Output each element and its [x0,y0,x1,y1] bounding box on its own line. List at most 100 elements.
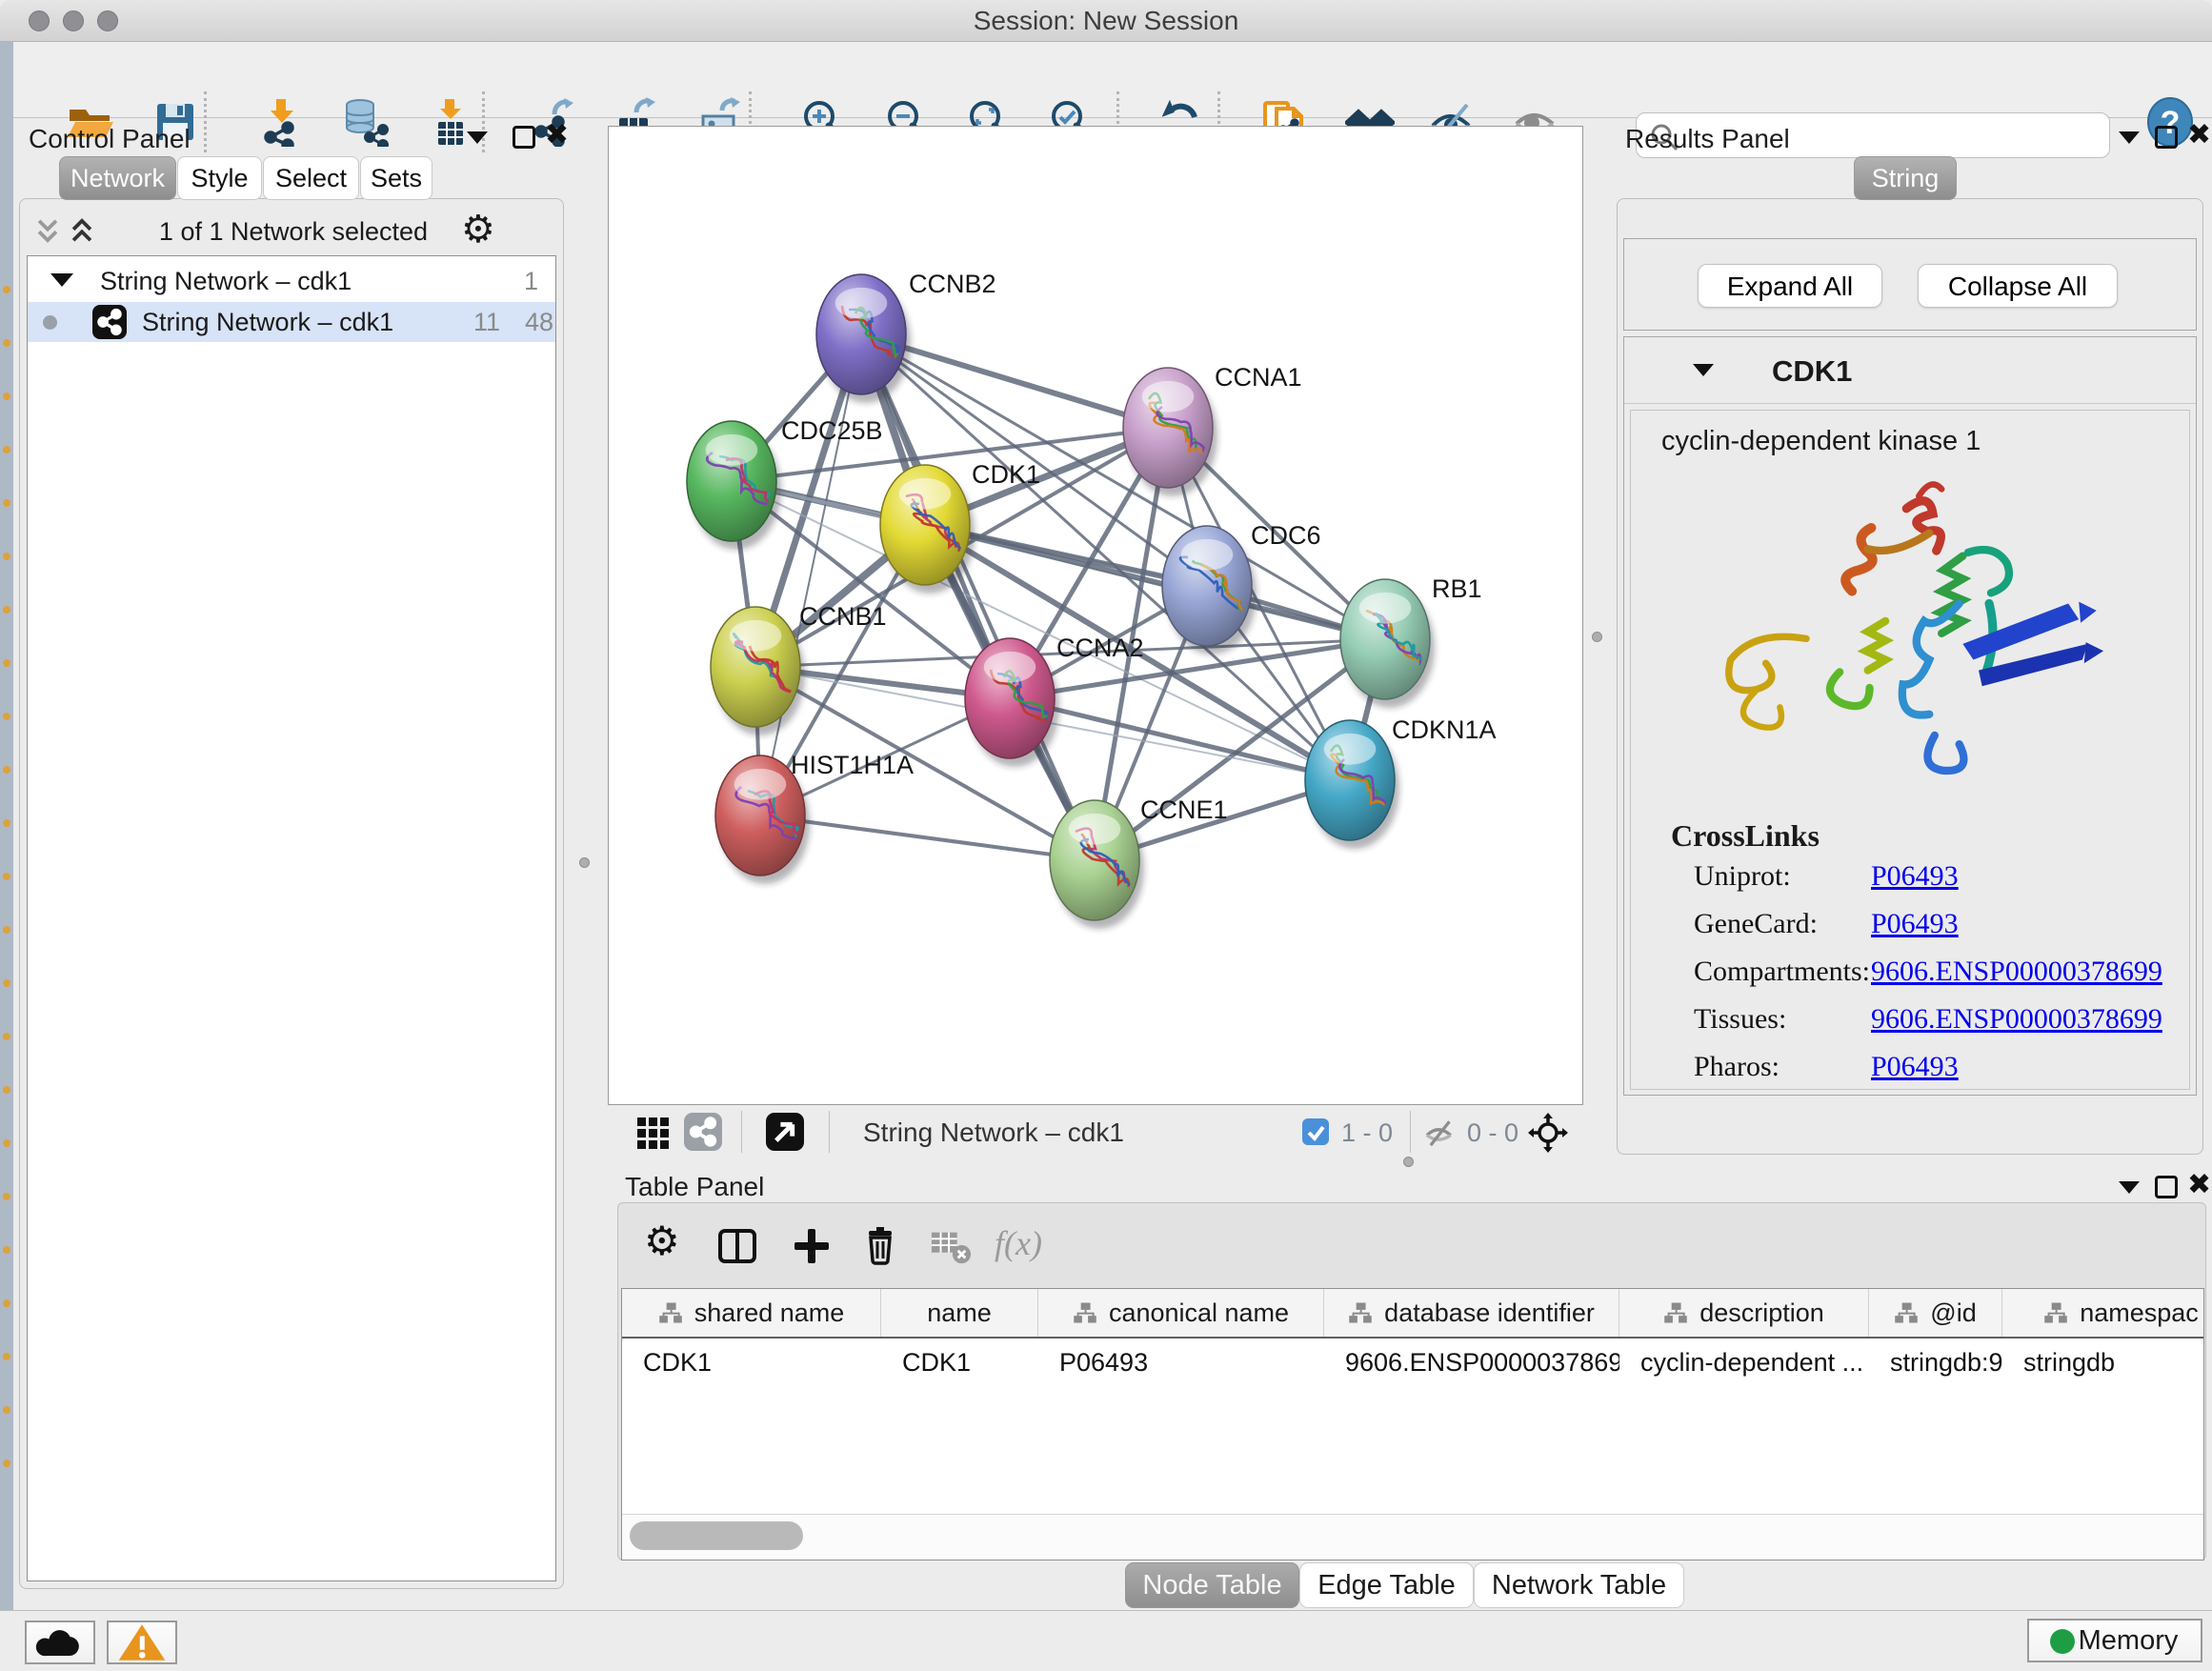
column-type-icon [1348,1301,1373,1324]
crosslink-link[interactable]: 9606.ENSP00000378699 [1871,956,2162,988]
delete-table-icon[interactable] [930,1225,972,1267]
memory-label: Memory [2079,1625,2179,1656]
column-header-label: name [927,1299,992,1328]
column-type-icon [1894,1301,1919,1324]
crosslink-link[interactable]: 9606.ENSP00000378699 [1871,1003,2162,1036]
table-panel-float-icon[interactable] [2155,1176,2178,1198]
grid-view-icon[interactable] [636,1117,671,1151]
minimize-window-button[interactable] [63,10,84,31]
crosslink-label: Compartments: [1694,956,1870,988]
network-canvas[interactable]: CCNB2CCNA1CDC25BCDK1CDC6RB1CCNB1CCNA2CDK… [608,126,1583,1105]
column-header[interactable]: canonical name [1038,1289,1324,1337]
crosslink-link[interactable]: P06493 [1871,908,1959,940]
background-window-dot [3,339,10,347]
column-header[interactable]: namespac [2002,1289,2204,1337]
network-collection-row[interactable]: String Network – cdk1 1 [28,262,555,302]
column-header-label: @id [1930,1299,1976,1328]
entry-header[interactable]: CDK1 [1624,337,2196,404]
expand-all-button[interactable]: Expand All [1698,264,1882,308]
protein-structure-image [1677,472,2143,815]
network-share-view-icon[interactable] [684,1113,722,1151]
results-panel-close-icon[interactable]: ✖ [2187,124,2211,147]
warning-button[interactable] [107,1621,177,1664]
tab-select[interactable]: Select [263,156,359,200]
background-window-dot [3,819,10,827]
import-network-database-icon[interactable] [339,97,389,147]
toolbar-separator [204,91,207,152]
tab-network-table[interactable]: Network Table [1474,1562,1684,1608]
node-gloss [1181,539,1234,571]
column-header[interactable]: shared name [622,1289,881,1337]
table-cell[interactable]: CDK1 [622,1340,881,1384]
background-window-edge [0,42,13,1671]
toolbar-divider [1410,1111,1411,1153]
table-row[interactable]: CDK1CDK1P064939606.ENSP00000378699cyclin… [622,1340,2204,1384]
hidden-eye-slash-icon[interactable] [1423,1117,1456,1149]
table-panel-close-icon[interactable]: ✖ [2187,1174,2211,1197]
table-cell[interactable]: 9606.ENSP00000378699 [1324,1340,1619,1384]
toolbar-divider [829,1111,830,1153]
column-header[interactable]: @id [1869,1289,2002,1337]
network-edge-HIST1H1A-CCNE1[interactable] [760,815,1095,860]
close-window-button[interactable] [29,10,50,31]
background-window-dot [3,979,10,987]
results-panel-title: Results Panel [1625,124,1790,154]
background-window-dot [3,926,10,934]
memory-button[interactable]: Memory [2027,1619,2202,1662]
table-cell[interactable]: stringdb:9... [1869,1340,2002,1384]
results-panel-float-icon[interactable] [2155,126,2178,149]
import-network-file-icon[interactable] [257,97,307,147]
network-node-count: 11 [473,308,500,337]
show-columns-icon[interactable] [716,1225,758,1267]
table-cell[interactable]: cyclin-dependent ... [1619,1340,1869,1384]
center-network-icon[interactable] [1528,1113,1568,1153]
background-window-dot [3,1246,10,1254]
delete-column-icon[interactable] [859,1225,901,1267]
network-canvas-svg[interactable]: CCNB2CCNA1CDC25BCDK1CDC6RB1CCNB1CCNA2CDK… [609,127,1582,1104]
tab-sets[interactable]: Sets [360,156,432,200]
control-panel-collapse-icon[interactable] [467,131,488,144]
scrollbar-thumb[interactable] [630,1521,803,1550]
table-cell[interactable]: stringdb [2002,1340,2204,1384]
tab-edge-table[interactable]: Edge Table [1299,1562,1474,1608]
node-gloss [1142,381,1195,413]
background-window-dot [3,1406,10,1414]
network-options-gear-icon[interactable]: ⚙ [461,208,495,252]
selected-checkbox-icon[interactable] [1301,1117,1330,1146]
tab-string[interactable]: String [1854,156,1957,200]
network-row[interactable]: String Network – cdk1 11 48 [28,302,555,342]
add-column-icon[interactable] [791,1225,833,1267]
control-panel-close-icon[interactable]: ✖ [545,124,569,147]
column-header[interactable]: database identifier [1324,1289,1619,1337]
column-header[interactable]: name [881,1289,1038,1337]
collapse-all-button[interactable]: Collapse All [1918,264,2118,308]
table-options-gear-icon[interactable]: ⚙ [644,1218,686,1259]
control-panel-float-icon[interactable] [513,126,535,149]
tab-network[interactable]: Network [59,156,176,200]
right-splitter-handle[interactable] [1592,632,1602,642]
network-edge-CCNB2-HIST1H1A[interactable] [760,334,861,815]
tab-node-table[interactable]: Node Table [1125,1562,1299,1608]
node-label-RB1: RB1 [1432,574,1482,603]
cloud-button[interactable] [25,1621,95,1664]
selected-node-edge-count: 1 - 0 [1341,1118,1393,1148]
entry-collapse-icon[interactable] [1693,364,1714,376]
crosslink-label: GeneCard: [1694,908,1818,940]
zoom-window-button[interactable] [97,10,118,31]
results-panel-collapse-icon[interactable] [2119,131,2140,144]
table-cell[interactable]: CDK1 [881,1340,1038,1384]
birds-eye-view-icon[interactable] [766,1113,804,1151]
table-panel-collapse-icon[interactable] [2119,1181,2140,1194]
background-window-dot [3,606,10,614]
left-splitter-handle[interactable] [579,857,590,868]
crosslink-link[interactable]: P06493 [1871,860,1959,893]
collection-expand-icon[interactable] [50,273,73,287]
crosslink-link[interactable]: P06493 [1871,1051,1959,1083]
tab-style[interactable]: Style [177,156,262,200]
table-cell[interactable]: P06493 [1038,1340,1324,1384]
column-header[interactable]: description [1619,1289,1869,1337]
bottom-splitter-handle[interactable] [1403,1157,1414,1167]
table-horizontal-scrollbar[interactable] [622,1514,2203,1556]
function-builder-icon[interactable]: f(x) [995,1223,1036,1265]
network-edge-CCNB2-CCNE1[interactable] [861,334,1095,860]
